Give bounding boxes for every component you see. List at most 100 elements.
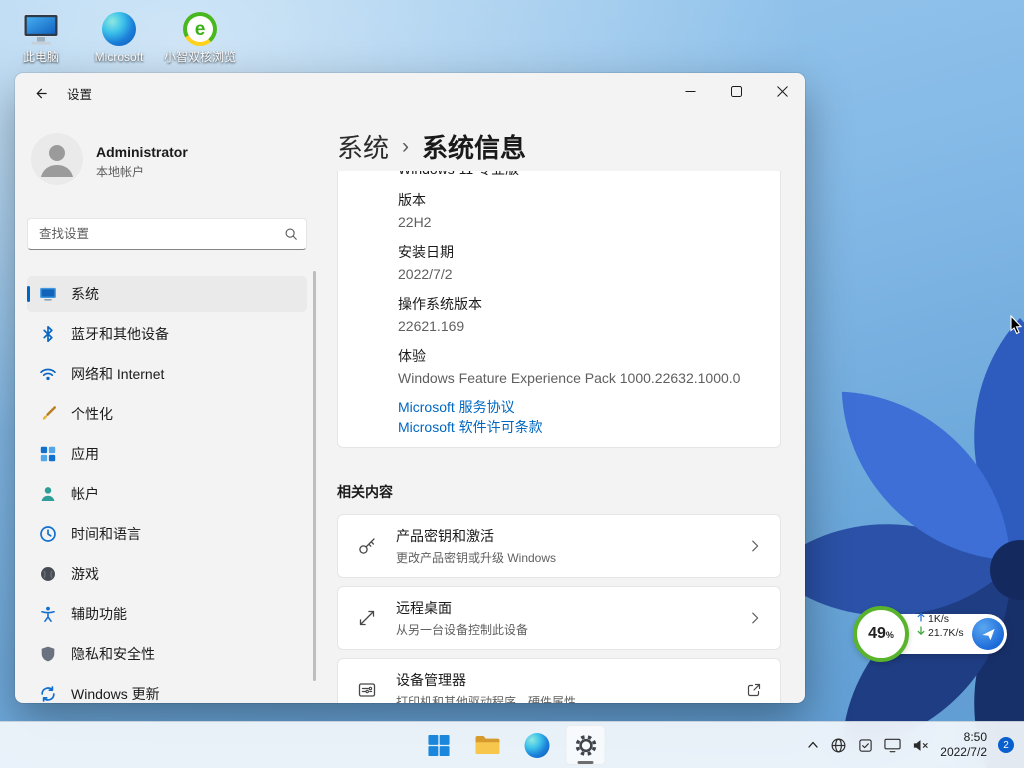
display-tray-icon[interactable] (884, 738, 901, 753)
close-button[interactable] (759, 73, 805, 109)
memory-percent-ball[interactable]: 49% (853, 606, 909, 662)
show-hidden-icons-button[interactable] (807, 739, 819, 751)
person-icon (39, 485, 57, 503)
sidebar-item-label: 个性化 (71, 404, 113, 424)
xbox-icon (39, 565, 57, 583)
xiaozhi-browser-icon: e (183, 12, 217, 46)
date: 2022/7/2 (940, 745, 987, 760)
desktop-icon-microsoft-edge[interactable]: Microsoft (80, 8, 158, 64)
sidebar-item-accounts[interactable]: 帐户 (27, 476, 307, 512)
breadcrumb: 系统 › 系统信息 (337, 129, 781, 163)
field-label: 版本 (398, 191, 764, 209)
mouse-cursor (1010, 315, 1024, 341)
field-value: Windows Feature Experience Pack 1000.226… (398, 369, 764, 387)
wifi-icon (39, 365, 57, 383)
download-arrow-icon (917, 626, 925, 640)
avatar (31, 133, 83, 190)
active-app-indicator (578, 761, 594, 764)
security-check-icon[interactable] (858, 738, 873, 753)
edge-browser-icon (524, 733, 549, 758)
card-subtitle: 打印机和其他驱动程序、硬件属性 (396, 693, 576, 703)
edge-browser-icon (102, 12, 136, 46)
sidebar-item-personalization[interactable]: 个性化 (27, 396, 307, 432)
sidebar-item-label: 时间和语言 (71, 524, 141, 544)
user-profile[interactable]: Administrator 本地帐户 (31, 133, 303, 190)
card-subtitle: 从另一台设备控制此设备 (396, 621, 528, 638)
memory-percent: 49 (868, 625, 886, 642)
external-link-icon (746, 682, 762, 698)
field-value: 22H2 (398, 213, 764, 231)
field-label: 安装日期 (398, 243, 764, 261)
bluetooth-icon (39, 325, 57, 343)
sidebar-item-gaming[interactable]: 游戏 (27, 556, 307, 592)
desktop-icon-label: 小智双核浏览 (164, 51, 236, 64)
account-type: 本地帐户 (96, 163, 188, 180)
field-label: 体验 (398, 347, 764, 365)
sidebar-item-time-language[interactable]: 时间和语言 (27, 516, 307, 552)
sidebar-item-label: 帐户 (71, 484, 99, 504)
clock-icon (39, 525, 57, 543)
boost-button[interactable] (972, 618, 1004, 650)
upload-speed: 1K/s (928, 612, 949, 626)
remote-desktop-card[interactable]: 远程桌面 从另一台设备控制此设备 (337, 586, 781, 650)
sidebar-item-label: 游戏 (71, 564, 99, 584)
key-icon (356, 536, 378, 556)
desktop-icon-label: 此电脑 (23, 51, 59, 64)
card-title: 远程桌面 (396, 598, 528, 618)
system-icon (39, 285, 57, 303)
desktop-icon-label: Microsoft (95, 51, 144, 64)
desktop-icon-this-pc[interactable]: 此电脑 (2, 8, 80, 64)
related-content-heading: 相关内容 (337, 482, 781, 502)
sidebar-item-privacy[interactable]: 隐私和安全性 (27, 636, 307, 672)
volume-mute-icon[interactable] (912, 738, 929, 753)
settings-window: 设置 (15, 73, 805, 703)
window-title: 设置 (67, 84, 92, 103)
breadcrumb-separator-icon: › (402, 133, 409, 159)
titlebar: 设置 (15, 73, 805, 113)
settings-taskbar-button[interactable] (566, 725, 606, 765)
upload-arrow-icon (917, 612, 925, 626)
clipped-edition-line: Windows 11 专业版 (398, 171, 764, 179)
apps-grid-icon (39, 445, 57, 463)
brush-icon (39, 405, 57, 423)
minimize-button[interactable] (667, 73, 713, 109)
sidebar: Administrator 本地帐户 (15, 113, 317, 703)
sidebar-item-label: 网络和 Internet (71, 364, 164, 384)
user-name: Administrator (96, 144, 188, 160)
back-button[interactable] (23, 78, 57, 108)
desktop-icon-xiaozhi-browser[interactable]: e 小智双核浏览 (156, 8, 244, 64)
page-title: 系统信息 (422, 128, 526, 165)
field-value: 2022/7/2 (398, 265, 764, 283)
sidebar-item-accessibility[interactable]: 辅助功能 (27, 596, 307, 632)
field-label: 操作系统版本 (398, 295, 764, 313)
this-pc-icon (22, 8, 60, 46)
sidebar-item-bluetooth[interactable]: 蓝牙和其他设备 (27, 316, 307, 352)
download-speed: 21.7K/s (928, 626, 964, 640)
file-explorer-button[interactable] (468, 725, 508, 765)
device-manager-card[interactable]: 设备管理器 打印机和其他驱动程序、硬件属性 (337, 658, 781, 703)
page-scroll-area: Windows 11 专业版 版本 22H2 安装日期 2022/7/2 操作系… (337, 171, 781, 703)
sidebar-scrollbar[interactable] (313, 271, 316, 681)
chevron-right-icon (748, 539, 762, 553)
start-button[interactable] (419, 725, 459, 765)
network-speeds: 1K/s 21.7K/s (917, 612, 964, 640)
sidebar-item-network[interactable]: 网络和 Internet (27, 356, 307, 392)
notification-badge[interactable]: 2 (998, 737, 1014, 753)
sidebar-item-label: Windows 更新 (71, 684, 160, 703)
language-globe-icon[interactable] (830, 737, 847, 754)
breadcrumb-parent[interactable]: 系统 (337, 128, 389, 165)
edge-taskbar-button[interactable] (517, 725, 557, 765)
services-agreement-link[interactable]: Microsoft 服务协议 (398, 397, 515, 417)
card-title: 设备管理器 (396, 670, 576, 690)
main-content: 系统 › 系统信息 Windows 11 专业版 版本 22H2 安装日期 20… (317, 113, 805, 703)
sidebar-item-windows-update[interactable]: Windows 更新 (27, 676, 307, 703)
sidebar-item-apps[interactable]: 应用 (27, 436, 307, 472)
clock[interactable]: 8:50 2022/7/2 (940, 730, 987, 760)
sidebar-item-label: 系统 (71, 284, 99, 304)
search-input[interactable] (27, 218, 307, 250)
product-key-card[interactable]: 产品密钥和激活 更改产品密钥或升级 Windows (337, 514, 781, 578)
sidebar-item-system[interactable]: 系统 (27, 276, 307, 312)
maximize-button[interactable] (713, 73, 759, 109)
sidebar-item-label: 隐私和安全性 (71, 644, 155, 664)
software-license-link[interactable]: Microsoft 软件许可条款 (398, 417, 543, 437)
